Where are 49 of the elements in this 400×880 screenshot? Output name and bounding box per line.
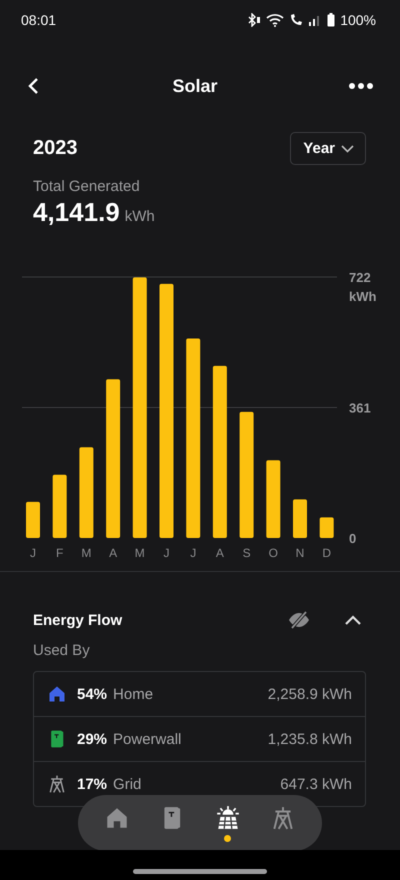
axis-label: D [322,546,332,560]
axis-label: 0 [349,531,356,546]
total-unit: kWh [124,208,155,225]
axis-label: 722 [349,270,371,285]
total-label: Total Generated [33,178,141,195]
usage-value: 647.3 kWh [280,776,352,792]
period-dropdown[interactable]: Year [290,132,366,165]
usage-value: 2,258.9 kWh [268,686,352,702]
usage-label: Powerwall [113,730,182,748]
year-label: 2023 [33,137,78,160]
axis-label: S [242,546,251,560]
axis-label: O [268,546,278,560]
axis-label: F [56,546,64,560]
hide-button[interactable] [287,610,311,630]
chart-bar [52,474,67,538]
axis-unit: kWh [349,289,376,304]
axis-label: M [81,546,92,560]
collapse-button[interactable] [344,614,362,626]
battery-icon [327,13,336,27]
axis-label: N [296,546,304,560]
phone-icon [289,13,304,27]
usage-percent: 17% [77,776,108,792]
solar-icon [214,804,241,830]
bluetooth-icon [247,13,262,27]
wifi-icon [266,13,284,27]
status-time: 08:01 [21,12,56,28]
chevron-down-icon [341,144,354,152]
section-subtitle: Used By [33,642,91,659]
usage-value: 1,235.8 kWh [268,730,352,748]
axis-label: 361 [349,400,371,416]
axis-label: A [109,546,118,560]
axis-label: A [216,546,224,560]
more-button[interactable] [348,82,374,90]
axis-label: J [190,546,196,560]
axis-label: J [164,546,170,560]
axis-label: J [30,546,36,560]
chart-bar [293,499,307,538]
usage-label: Home [113,686,154,702]
total-value: 4,141.9 [33,197,120,228]
usage-percent: 29% [77,730,108,748]
battery-level: 100% [340,12,376,28]
chart-bar [320,517,334,538]
axis-label: M [134,546,145,560]
home-indicator[interactable] [133,868,267,874]
usage-label: Grid [113,776,142,792]
section-title: Energy Flow [33,612,124,628]
chart-bar [26,502,40,538]
page-title: Solar [172,76,218,96]
usage-percent: 54% [77,686,108,702]
